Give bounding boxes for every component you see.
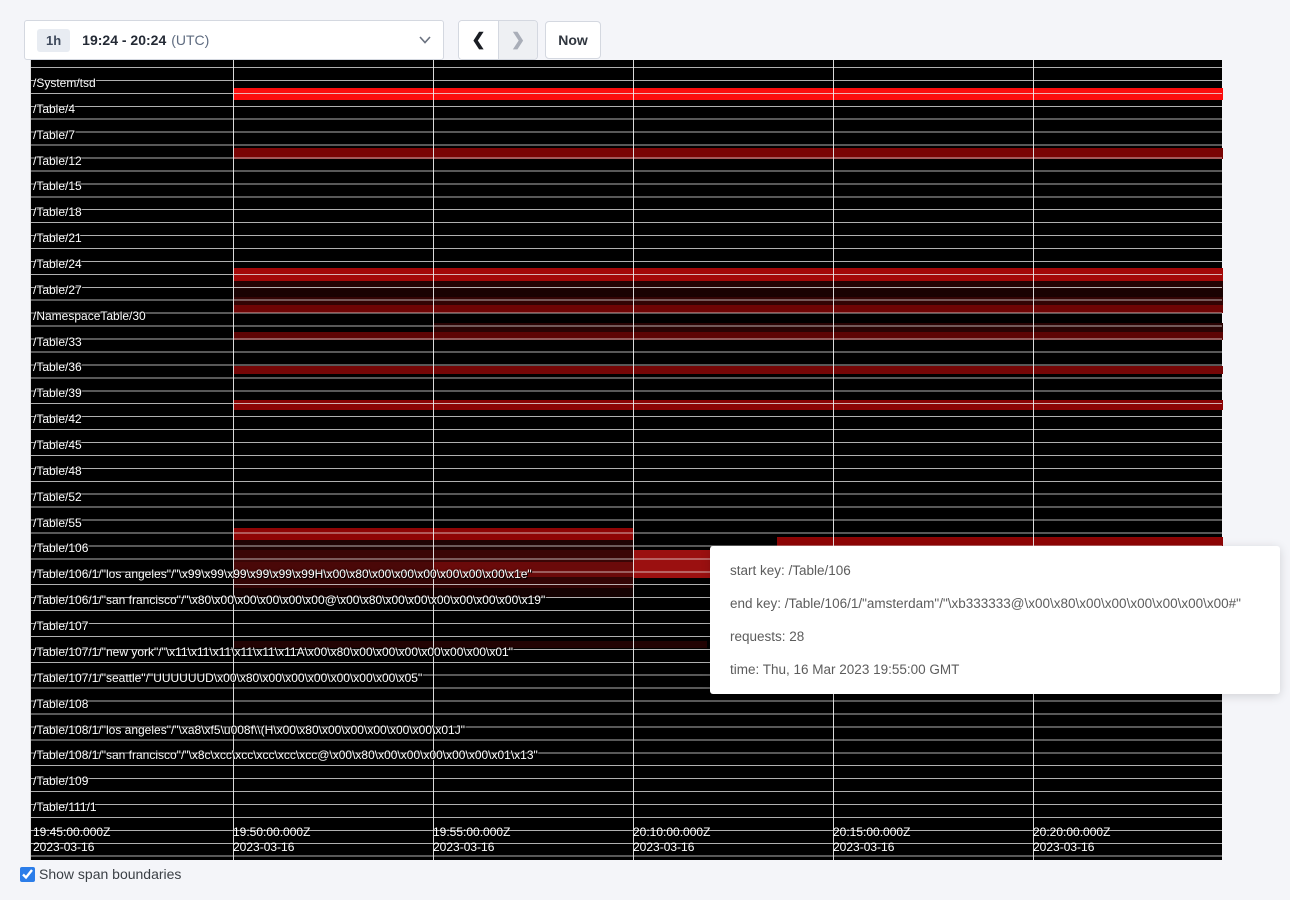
heat-band[interactable] bbox=[233, 641, 707, 648]
time-range-utc: (UTC) bbox=[171, 32, 209, 48]
heat-band[interactable] bbox=[233, 588, 633, 598]
row-label: /Table/7 bbox=[33, 128, 75, 142]
tooltip-end-key: end key: /Table/106/1/"amsterdam"/"\xb33… bbox=[730, 587, 1260, 620]
heat-band[interactable] bbox=[433, 562, 633, 577]
row-label: /Table/42 bbox=[33, 412, 82, 426]
tooltip-start-key: start key: /Table/106 bbox=[730, 554, 1260, 587]
time-range-label: 19:24 - 20:24 bbox=[82, 32, 166, 48]
vertical-gridline bbox=[833, 60, 834, 860]
heat-band[interactable] bbox=[233, 281, 1223, 289]
x-axis-tick: 19:45:00.000Z2023-03-16 bbox=[33, 825, 110, 855]
heat-band[interactable] bbox=[233, 268, 1223, 281]
row-label: /Table/15 bbox=[33, 179, 82, 193]
time-nav-group: ❮ ❯ bbox=[458, 20, 538, 60]
heat-band[interactable] bbox=[233, 289, 1223, 297]
row-label: /Table/18 bbox=[33, 205, 82, 219]
row-label: /Table/108/1/"san francisco"/"\x8c\xcc\x… bbox=[33, 748, 538, 762]
row-label: /Table/45 bbox=[33, 438, 82, 452]
show-span-boundaries-label: Show span boundaries bbox=[39, 866, 181, 882]
heat-band[interactable] bbox=[233, 400, 1223, 410]
key-visualizer-heatmap[interactable]: /System/tsd/Table/4/Table/7/Table/12/Tab… bbox=[30, 60, 1222, 860]
heat-band[interactable] bbox=[233, 88, 1223, 100]
tooltip-time: time: Thu, 16 Mar 2023 19:55:00 GMT bbox=[730, 653, 1260, 686]
row-label: /Table/107 bbox=[33, 619, 88, 633]
heat-band[interactable] bbox=[433, 323, 1223, 332]
row-label: /Table/12 bbox=[33, 154, 82, 168]
heat-band[interactable] bbox=[233, 366, 1223, 374]
row-label: /System/tsd bbox=[33, 76, 96, 90]
row-label: /Table/27 bbox=[33, 283, 82, 297]
next-time-button[interactable]: ❯ bbox=[498, 21, 537, 59]
row-label: /Table/4 bbox=[33, 102, 75, 116]
heat-band[interactable] bbox=[233, 528, 633, 540]
row-label: /Table/108/1/"los angeles"/"\xa8\xf5\u00… bbox=[33, 723, 465, 737]
heat-band[interactable] bbox=[233, 305, 1223, 313]
row-label: /Table/36 bbox=[33, 360, 82, 374]
row-label: /Table/33 bbox=[33, 335, 82, 349]
row-label: /Table/55 bbox=[33, 516, 82, 530]
vertical-gridline bbox=[1033, 60, 1034, 860]
x-axis-tick: 20:15:00.000Z2023-03-16 bbox=[833, 825, 910, 855]
row-label: /Table/48 bbox=[33, 464, 82, 478]
row-label: /Table/24 bbox=[33, 257, 82, 271]
row-label: /Table/52 bbox=[33, 490, 82, 504]
heat-band[interactable] bbox=[633, 550, 713, 578]
vertical-gridline bbox=[433, 60, 434, 860]
x-axis-tick: 20:10:00.000Z2023-03-16 bbox=[633, 825, 710, 855]
row-label: /Table/39 bbox=[33, 386, 82, 400]
tooltip-requests: requests: 28 bbox=[730, 620, 1260, 653]
chevron-right-icon: ❯ bbox=[511, 30, 525, 50]
x-axis-tick: 20:20:00.000Z2023-03-16 bbox=[1033, 825, 1110, 855]
row-label: /Table/108 bbox=[33, 697, 88, 711]
vertical-gridline bbox=[233, 60, 234, 860]
x-axis-tick: 19:55:00.000Z2023-03-16 bbox=[433, 825, 510, 855]
heat-band[interactable] bbox=[233, 148, 1223, 159]
horizontal-gridlines bbox=[31, 60, 1222, 860]
row-label: /Table/111/1 bbox=[33, 800, 97, 814]
row-label: /Table/109 bbox=[33, 774, 88, 788]
show-span-boundaries-row: Show span boundaries bbox=[20, 866, 181, 882]
prev-time-button[interactable]: ❮ bbox=[459, 21, 498, 59]
row-label: /Table/106 bbox=[33, 541, 88, 555]
heat-band[interactable] bbox=[233, 577, 633, 588]
heat-band[interactable] bbox=[233, 332, 1223, 340]
row-label: /Table/107/1/"seattle"/"UUUUUUD\x00\x80\… bbox=[33, 671, 422, 685]
chevron-down-icon bbox=[419, 36, 431, 44]
x-axis-tick: 19:50:00.000Z2023-03-16 bbox=[233, 825, 310, 855]
heat-band[interactable] bbox=[233, 540, 633, 550]
row-label: /Table/21 bbox=[33, 231, 82, 245]
vertical-gridline bbox=[633, 60, 634, 860]
heat-band[interactable] bbox=[233, 562, 433, 577]
span-tooltip: start key: /Table/106 end key: /Table/10… bbox=[710, 546, 1280, 694]
now-button[interactable]: Now bbox=[545, 21, 601, 59]
show-span-boundaries-checkbox[interactable] bbox=[20, 867, 35, 882]
row-label: /NamespaceTable/30 bbox=[33, 309, 146, 323]
chevron-left-icon: ❮ bbox=[471, 30, 485, 50]
heat-band[interactable] bbox=[233, 297, 1223, 305]
time-range-badge: 1h bbox=[37, 29, 70, 52]
time-range-select[interactable]: 1h 19:24 - 20:24 (UTC) bbox=[24, 20, 444, 60]
heat-band[interactable] bbox=[233, 550, 633, 562]
